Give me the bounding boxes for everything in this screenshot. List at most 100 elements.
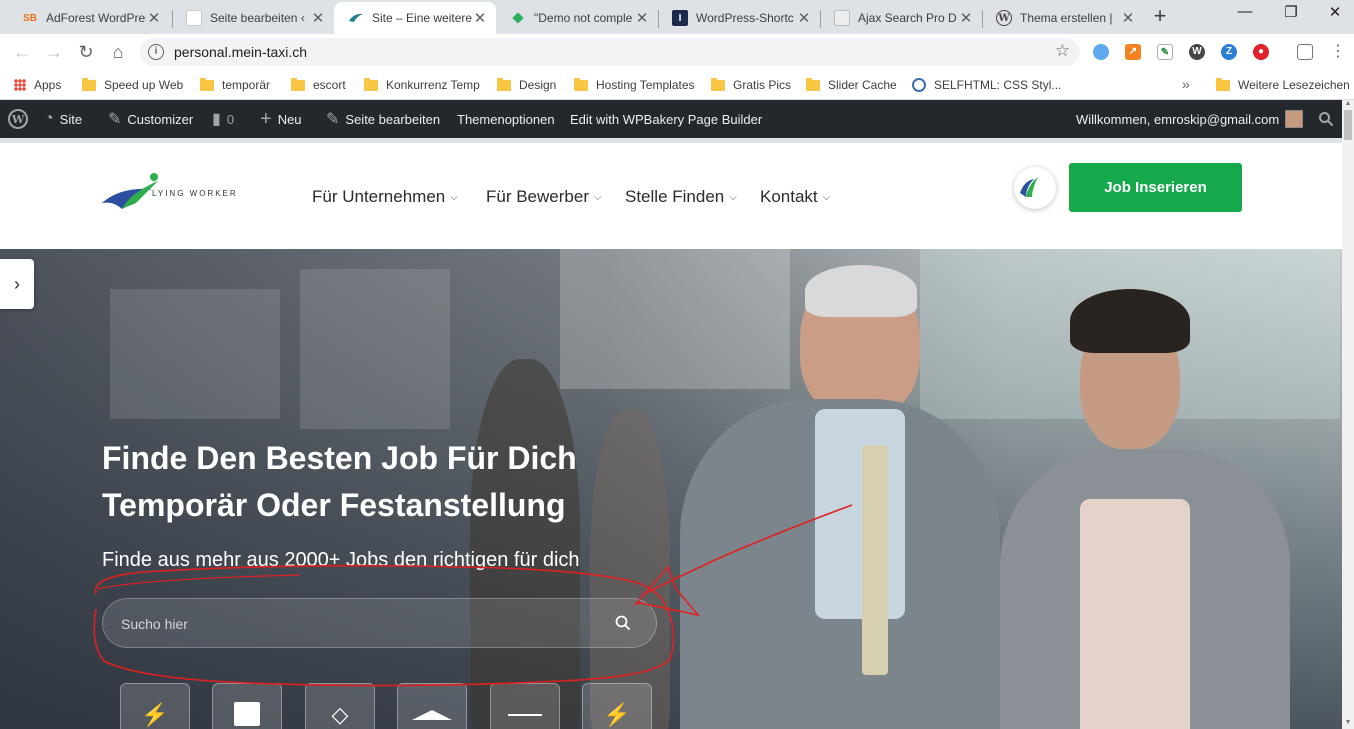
category-tile[interactable]: ◇ <box>305 683 375 729</box>
info-icon[interactable]: i <box>148 44 164 60</box>
admin-search-icon[interactable] <box>1318 100 1334 138</box>
bookmark-item[interactable]: Speed up Web <box>82 76 183 94</box>
admin-theme-options-link[interactable]: Themenoptionen <box>457 100 555 138</box>
url-text[interactable]: personal.mein-taxi.ch <box>174 44 307 60</box>
site-icon <box>348 10 364 26</box>
sb-icon: SB <box>23 12 37 24</box>
scroll-down-icon[interactable]: ▼ <box>1342 719 1354 729</box>
cloud-icon[interactable] <box>1093 44 1109 60</box>
nav-item-unternehmen[interactable]: Für Unternehmen ⌵ <box>312 185 458 209</box>
folder-icon <box>82 77 96 91</box>
category-tile[interactable] <box>490 683 560 729</box>
wp-logo-menu[interactable]: W <box>8 100 28 138</box>
admin-wpbakery-link[interactable]: Edit with WPBakery Page Builder <box>570 100 762 138</box>
nav-item-bewerber[interactable]: Für Bewerber ⌵ <box>486 185 602 209</box>
admin-new-link[interactable]: + Neu <box>260 100 302 138</box>
bookmark-apps[interactable]: Apps <box>14 76 61 94</box>
browser-tab[interactable]: SB AdForest WordPress ✕ <box>8 2 170 34</box>
bookmark-item[interactable]: Hosting Templates <box>574 76 695 94</box>
close-window-button[interactable]: ✕ <box>1312 3 1354 27</box>
nav-item-stelle-finden[interactable]: Stelle Finden ⌵ <box>625 185 737 209</box>
diamond-icon <box>510 10 526 26</box>
admin-customizer-link[interactable]: ✎ Customizer <box>108 100 193 138</box>
bookmark-item[interactable]: Slider Cache <box>806 76 897 94</box>
browser-tab[interactable]: W Thema erstellen | ✕ <box>982 2 1144 34</box>
close-icon[interactable]: ✕ <box>146 9 162 27</box>
cast-icon[interactable] <box>1297 44 1313 60</box>
bookmarks-overflow-button[interactable]: » <box>1182 76 1190 92</box>
line-icon <box>508 714 542 716</box>
scrollbar-thumb[interactable] <box>1344 110 1352 140</box>
lightning-icon: ⚡ <box>603 702 631 727</box>
browser-tab-active[interactable]: Site – Eine weitere ✕ <box>334 2 496 34</box>
tab-title: Seite bearbeiten ‹ <box>210 11 305 25</box>
close-icon[interactable]: ✕ <box>958 9 974 27</box>
close-icon[interactable]: ✕ <box>310 9 326 27</box>
search-input[interactable] <box>121 613 601 635</box>
hero-section: › Finde Den Besten Job Für Dich Temporär… <box>0 249 1342 729</box>
minimize-button[interactable]: — <box>1222 3 1268 27</box>
pencil-icon: ✎ <box>326 111 340 128</box>
restore-button[interactable]: ❐ <box>1268 3 1314 27</box>
z-extension-icon[interactable]: Z <box>1221 44 1237 60</box>
home-icon[interactable]: ⌂ <box>106 40 130 64</box>
category-tile[interactable]: ⚡ <box>582 683 652 729</box>
browser-tabstrip: SB AdForest WordPress ✕ Seite bearbeiten… <box>0 0 1354 34</box>
bookmark-item[interactable]: temporär <box>200 76 270 94</box>
scroll-up-icon[interactable]: ▲ <box>1342 100 1354 110</box>
admin-account-menu[interactable]: Willkommen, emroskip@gmail.com <box>1076 100 1304 138</box>
bookmark-label: escort <box>313 78 346 92</box>
bookmark-other[interactable]: Weitere Lesezeichen <box>1216 76 1350 94</box>
job-inserieren-button[interactable]: Job Inserieren <box>1069 163 1242 212</box>
bookmark-label: Gratis Pics <box>733 78 792 92</box>
chart-extension-icon[interactable]: ↗ <box>1125 44 1141 60</box>
close-icon[interactable]: ✕ <box>634 9 650 27</box>
forward-arrow-icon[interactable]: → <box>42 40 66 64</box>
browser-tab[interactable]: I WordPress-Shortc ✕ <box>658 2 820 34</box>
category-tile[interactable] <box>212 683 282 729</box>
man-tie <box>862 445 888 675</box>
chevron-down-icon: ⌵ <box>729 191 737 203</box>
site-logo[interactable]: LYING WORKER <box>100 169 260 213</box>
browser-tab[interactable]: "Demo not comple ✕ <box>496 2 658 34</box>
wordpress-icon: W <box>8 109 28 129</box>
browser-toolbar: ← → ↻ ⌂ i personal.mein-taxi.ch ☆ ↗ ✎ W … <box>0 34 1354 70</box>
address-bar[interactable]: i personal.mein-taxi.ch ☆ <box>140 38 1080 66</box>
admin-site-link[interactable]: ◔ Site <box>44 100 82 138</box>
category-tile[interactable]: ⚡ <box>120 683 190 729</box>
bookmark-item[interactable]: Design <box>497 76 556 94</box>
bookmark-item[interactable]: Gratis Pics <box>711 76 791 94</box>
adblock-icon[interactable]: ● <box>1253 44 1269 60</box>
admin-comments-link[interactable]: ▮ 0 <box>212 100 234 138</box>
chevron-down-icon: ⌵ <box>822 191 831 203</box>
bookmark-item[interactable]: Konkurrenz Temp <box>364 76 480 94</box>
close-icon[interactable]: ✕ <box>472 9 488 27</box>
profile-logo-badge[interactable] <box>1014 167 1056 209</box>
reload-icon[interactable]: ↻ <box>74 40 98 64</box>
browser-tab[interactable]: Seite bearbeiten ‹ ✕ <box>172 2 334 34</box>
admin-edit-page-link[interactable]: ✎ Seite bearbeiten <box>326 100 440 138</box>
job-search-bar[interactable] <box>102 598 657 648</box>
tab-title: AdForest WordPress <box>46 11 146 25</box>
folder-icon <box>497 77 511 91</box>
new-tab-button[interactable]: + <box>1148 5 1172 29</box>
bookmark-item[interactable]: escort <box>291 76 346 94</box>
woman-top <box>1080 499 1190 729</box>
category-tile[interactable] <box>397 683 467 729</box>
side-panel-toggle[interactable]: › <box>0 259 34 309</box>
browser-tab[interactable]: Ajax Search Pro D ✕ <box>820 2 982 34</box>
bookmark-label: Konkurrenz Temp <box>386 78 480 92</box>
tab-title: "Demo not comple <box>534 11 633 25</box>
page-scrollbar[interactable]: ▲ ▼ <box>1342 100 1354 729</box>
nav-item-kontakt[interactable]: Kontakt ⌵ <box>760 185 830 209</box>
menu-kebab-icon[interactable]: ⋮ <box>1326 40 1350 64</box>
search-icon[interactable] <box>614 614 632 632</box>
back-arrow-icon[interactable]: ← <box>10 40 34 64</box>
tag-icon[interactable]: ✎ <box>1157 44 1173 60</box>
bookmark-label: Hosting Templates <box>596 78 695 92</box>
wordpress-extension-icon[interactable]: W <box>1189 44 1205 60</box>
bookmark-star-icon[interactable]: ☆ <box>1055 41 1070 61</box>
close-icon[interactable]: ✕ <box>1120 9 1136 27</box>
bookmark-item[interactable]: SELFHTML: CSS Styl... <box>912 76 1061 94</box>
close-icon[interactable]: ✕ <box>796 9 812 27</box>
